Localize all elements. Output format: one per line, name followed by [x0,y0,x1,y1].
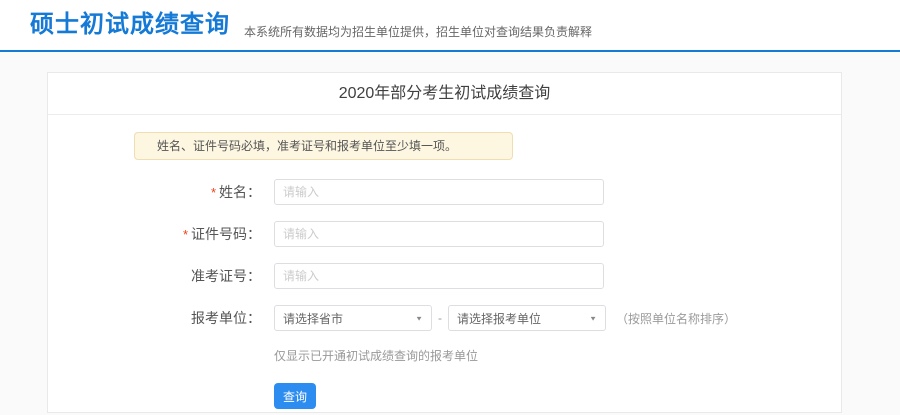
site-header: 硕士初试成绩查询 本系统所有数据均为招生单位提供，招生单位对查询结果负责解释 [0,0,900,52]
form-row-name: *姓名： [48,179,841,205]
app: 硕士初试成绩查询 本系统所有数据均为招生单位提供，招生单位对查询结果负责解释 2… [0,0,900,413]
required-asterisk: * [211,185,216,200]
name-label-text: 姓名： [219,184,261,200]
notice-alert: 姓名、证件号码必填，准考证号和报考单位至少填一项。 [134,132,513,160]
caret-down-icon: ▼ [589,314,597,321]
province-select[interactable]: 请选择省市 ▼ [274,305,432,331]
sort-order-note: （按照单位名称排序） [616,310,736,327]
admission-ticket-input[interactable] [274,263,604,289]
content-area: 2020年部分考生初试成绩查询 姓名、证件号码必填，准考证号和报考单位至少填一项… [0,52,900,413]
query-form: *姓名： *证件号码： 准考证号： [48,179,841,409]
helper-text: 仅显示已开通初试成绩查询的报考单位 [274,349,478,363]
caret-down-icon: ▼ [415,314,423,321]
form-row-id-number: *证件号码： [48,221,841,247]
unit-select-value: 请选择报考单位 [457,310,541,327]
admission-ticket-label-text: 准考证号： [191,268,261,284]
province-select-value: 请选择省市 [283,310,343,327]
query-panel: 2020年部分考生初试成绩查询 姓名、证件号码必填，准考证号和报考单位至少填一项… [47,72,842,413]
site-subtitle: 本系统所有数据均为招生单位提供，招生单位对查询结果负责解释 [244,23,592,40]
admission-ticket-label: 准考证号： [48,266,261,286]
panel-title: 2020年部分考生初试成绩查询 [48,73,841,115]
site-title: 硕士初试成绩查询 [30,0,230,51]
name-label: *姓名： [48,182,261,202]
required-asterisk: * [183,227,188,242]
button-row: 查询 [274,383,841,409]
id-number-label: *证件号码： [48,224,261,244]
unit-label: 报考单位： [48,308,261,328]
query-button[interactable]: 查询 [274,383,316,409]
name-input[interactable] [274,179,604,205]
notice-text: 姓名、证件号码必填，准考证号和报考单位至少填一项。 [157,139,457,153]
unit-label-text: 报考单位： [191,310,261,326]
unit-select[interactable]: 请选择报考单位 ▼ [448,305,606,331]
select-separator: - [438,311,442,325]
form-row-admission-ticket: 准考证号： [48,263,841,289]
form-row-unit: 报考单位： 请选择省市 ▼ - 请选择报考单位 ▼ （按照单位名称排序） [48,305,841,331]
panel-body: 姓名、证件号码必填，准考证号和报考单位至少填一项。 *姓名： *证件号码： [48,132,841,409]
helper-row: 仅显示已开通初试成绩查询的报考单位 [274,347,841,365]
id-number-label-text: 证件号码： [191,226,261,242]
id-number-input[interactable] [274,221,604,247]
